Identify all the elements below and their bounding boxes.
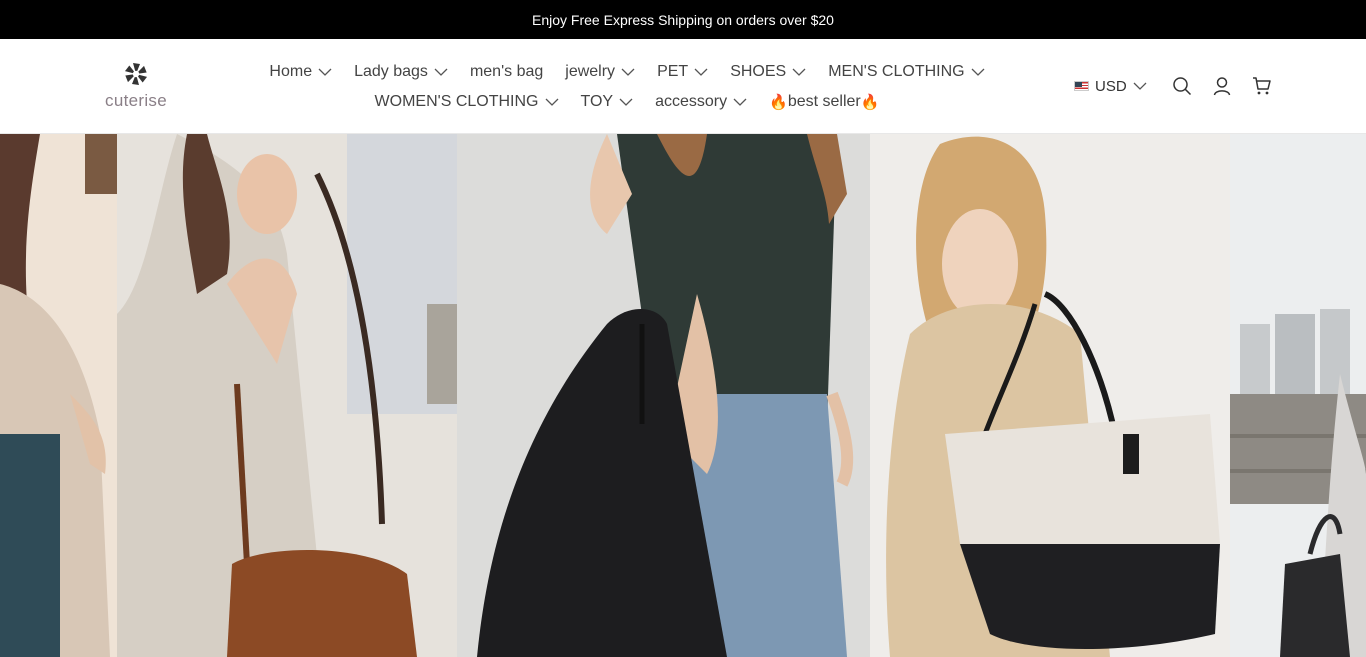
chevron-down-icon bbox=[621, 67, 635, 77]
nav-item-best-seller[interactable]: 🔥 best seller 🔥 bbox=[769, 93, 879, 111]
nav-item-label: SHOES bbox=[730, 63, 787, 80]
brand-logo[interactable]: cuterise bbox=[96, 59, 176, 119]
chevron-down-icon bbox=[792, 67, 806, 77]
nav-item-toy[interactable]: TOY bbox=[581, 93, 634, 111]
nav-item-home[interactable]: Home bbox=[269, 63, 332, 81]
chevron-down-icon bbox=[434, 67, 448, 77]
nav-item-jewelry[interactable]: jewelry bbox=[565, 63, 635, 81]
nav-item-label: men's bag bbox=[469, 63, 544, 80]
nav-item-label: Home bbox=[269, 63, 313, 80]
announcement-bar: Enjoy Free Express Shipping on orders ov… bbox=[0, 0, 1366, 39]
nav-item-lady-bags[interactable]: Lady bags bbox=[354, 63, 448, 81]
fire-icon: 🔥 bbox=[769, 94, 788, 111]
currency-label: USD bbox=[1095, 77, 1127, 95]
woman-beige-tote-photo bbox=[870, 134, 1230, 657]
nav-item-shoes[interactable]: SHOES bbox=[730, 63, 806, 81]
chevron-down-icon bbox=[1133, 81, 1147, 91]
account-icon[interactable] bbox=[1211, 75, 1233, 97]
chevron-down-icon bbox=[694, 67, 708, 77]
nav-item-pet[interactable]: PET bbox=[657, 63, 708, 81]
fire-icon: 🔥 bbox=[860, 94, 880, 111]
chevron-down-icon bbox=[971, 67, 985, 77]
nav-item-label: PET bbox=[657, 63, 689, 80]
announcement-text: Enjoy Free Express Shipping on orders ov… bbox=[532, 11, 834, 28]
brand-name: cuterise bbox=[105, 91, 167, 110]
nav-item-label: best seller bbox=[787, 93, 861, 110]
nav-item-label: WOMEN'S CLOTHING bbox=[374, 93, 539, 110]
search-icon[interactable] bbox=[1171, 75, 1193, 97]
nav-row-2: WOMEN'S CLOTHING TOY accessory 🔥 best se… bbox=[262, 87, 992, 117]
nav-item-mens-bag[interactable]: men's bag bbox=[470, 63, 543, 81]
chevron-down-icon bbox=[733, 97, 747, 107]
nav-item-label: Lady bags bbox=[354, 63, 428, 80]
woman-black-leather-tote-photo bbox=[457, 134, 870, 657]
currency-selector[interactable]: USD bbox=[1074, 78, 1147, 95]
woman-satin-blouse-photo bbox=[0, 134, 117, 657]
cart-icon[interactable] bbox=[1251, 75, 1273, 97]
nav-item-label: accessory bbox=[655, 93, 728, 110]
nav-item-mens-clothing[interactable]: MEN'S CLOTHING bbox=[828, 63, 985, 81]
chevron-down-icon bbox=[619, 97, 633, 107]
woman-brown-bucket-bag-photo bbox=[117, 134, 457, 657]
nav-item-accessory[interactable]: accessory bbox=[655, 93, 747, 111]
nav-item-label: jewelry bbox=[565, 63, 616, 80]
main-navigation: Home Lady bags men's bag jewelry PET SHO… bbox=[262, 57, 992, 117]
pinwheel-logo-icon bbox=[124, 63, 148, 85]
woman-black-tote-city-photo bbox=[1230, 134, 1366, 657]
nav-item-label: TOY bbox=[580, 93, 614, 110]
us-flag-icon bbox=[1074, 81, 1089, 91]
site-header: cuterise Home Lady bags men's bag jewelr… bbox=[0, 39, 1366, 134]
nav-item-womens-clothing[interactable]: WOMEN'S CLOTHING bbox=[375, 93, 559, 111]
chevron-down-icon bbox=[545, 97, 559, 107]
chevron-down-icon bbox=[318, 67, 332, 77]
nav-row-1: Home Lady bags men's bag jewelry PET SHO… bbox=[262, 57, 992, 87]
nav-item-label: MEN'S CLOTHING bbox=[828, 63, 965, 80]
hero-banner[interactable] bbox=[0, 134, 1366, 657]
header-tools: USD bbox=[1074, 73, 1291, 99]
